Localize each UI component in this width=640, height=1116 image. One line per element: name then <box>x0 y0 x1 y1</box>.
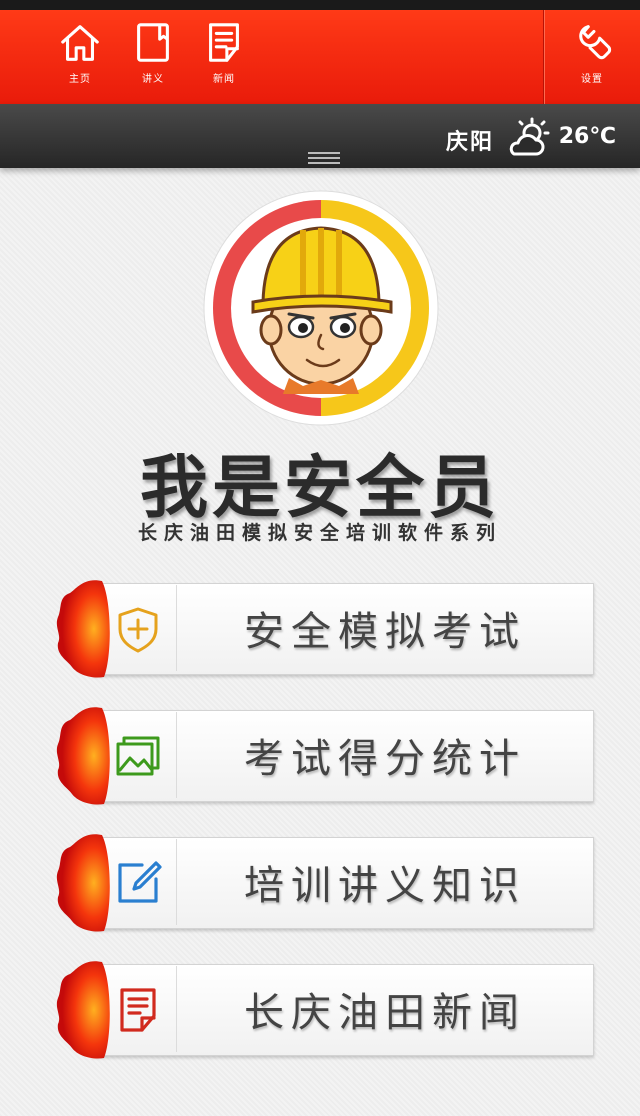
app-subtitle: 长庆油田模拟安全培训软件系列 <box>137 522 502 544</box>
menu-button-safety-exam[interactable]: 安全模拟考试 <box>54 580 594 678</box>
menu-label: 培训讲义知识 <box>244 863 526 909</box>
nav-lecture[interactable]: 讲义 <box>125 20 181 104</box>
pull-down-handle[interactable] <box>308 152 340 164</box>
nav-home[interactable]: 主页 <box>52 20 108 112</box>
news-icon <box>209 23 239 62</box>
top-nav-bar: 主页 讲义 新闻 设置 <box>0 0 640 112</box>
nav-lecture-label: 讲义 <box>142 74 164 85</box>
red-flower-decoration <box>56 834 110 932</box>
nav-news[interactable]: 新闻 <box>196 20 252 104</box>
red-flower-decoration <box>56 961 110 1059</box>
menu-divider <box>176 839 177 925</box>
settings-area: 设置 <box>543 10 640 104</box>
nav-settings-label: 设置 <box>581 74 603 85</box>
app-title: 我是安全员 <box>139 449 500 528</box>
notebook-icon <box>137 23 169 62</box>
menu-label: 长庆油田新闻 <box>244 990 526 1036</box>
menu-label: 安全模拟考试 <box>244 609 526 655</box>
wrench-icon <box>579 25 612 60</box>
menu-label: 考试得分统计 <box>244 736 526 782</box>
menu-button-score-stats[interactable]: 考试得分统计 <box>54 707 594 805</box>
document-icon <box>120 988 156 1032</box>
red-flower-decoration <box>56 707 110 805</box>
cloudy-sun-icon <box>509 117 550 156</box>
red-flower-decoration <box>56 580 110 678</box>
images-icon <box>116 736 160 776</box>
safety-officer-mascot <box>203 190 439 426</box>
menu-divider <box>176 712 177 798</box>
weather-temperature: 26℃ <box>558 124 616 149</box>
menu-divider <box>176 585 177 671</box>
weather-city: 庆阳 <box>445 130 494 155</box>
menu-button-training-notes[interactable]: 培训讲义知识 <box>54 834 594 932</box>
menu-button-oilfield-news[interactable]: 长庆油田新闻 <box>54 961 594 1059</box>
weather-bar: 庆阳 26℃ <box>0 104 640 168</box>
nav-home-label: 主页 <box>69 74 91 85</box>
home-icon <box>61 25 99 61</box>
menu-divider <box>176 966 177 1052</box>
nav-settings[interactable]: 设置 <box>564 20 620 104</box>
edit-icon <box>118 861 162 903</box>
nav-news-label: 新闻 <box>213 74 235 85</box>
shield-plus-icon <box>118 607 158 653</box>
